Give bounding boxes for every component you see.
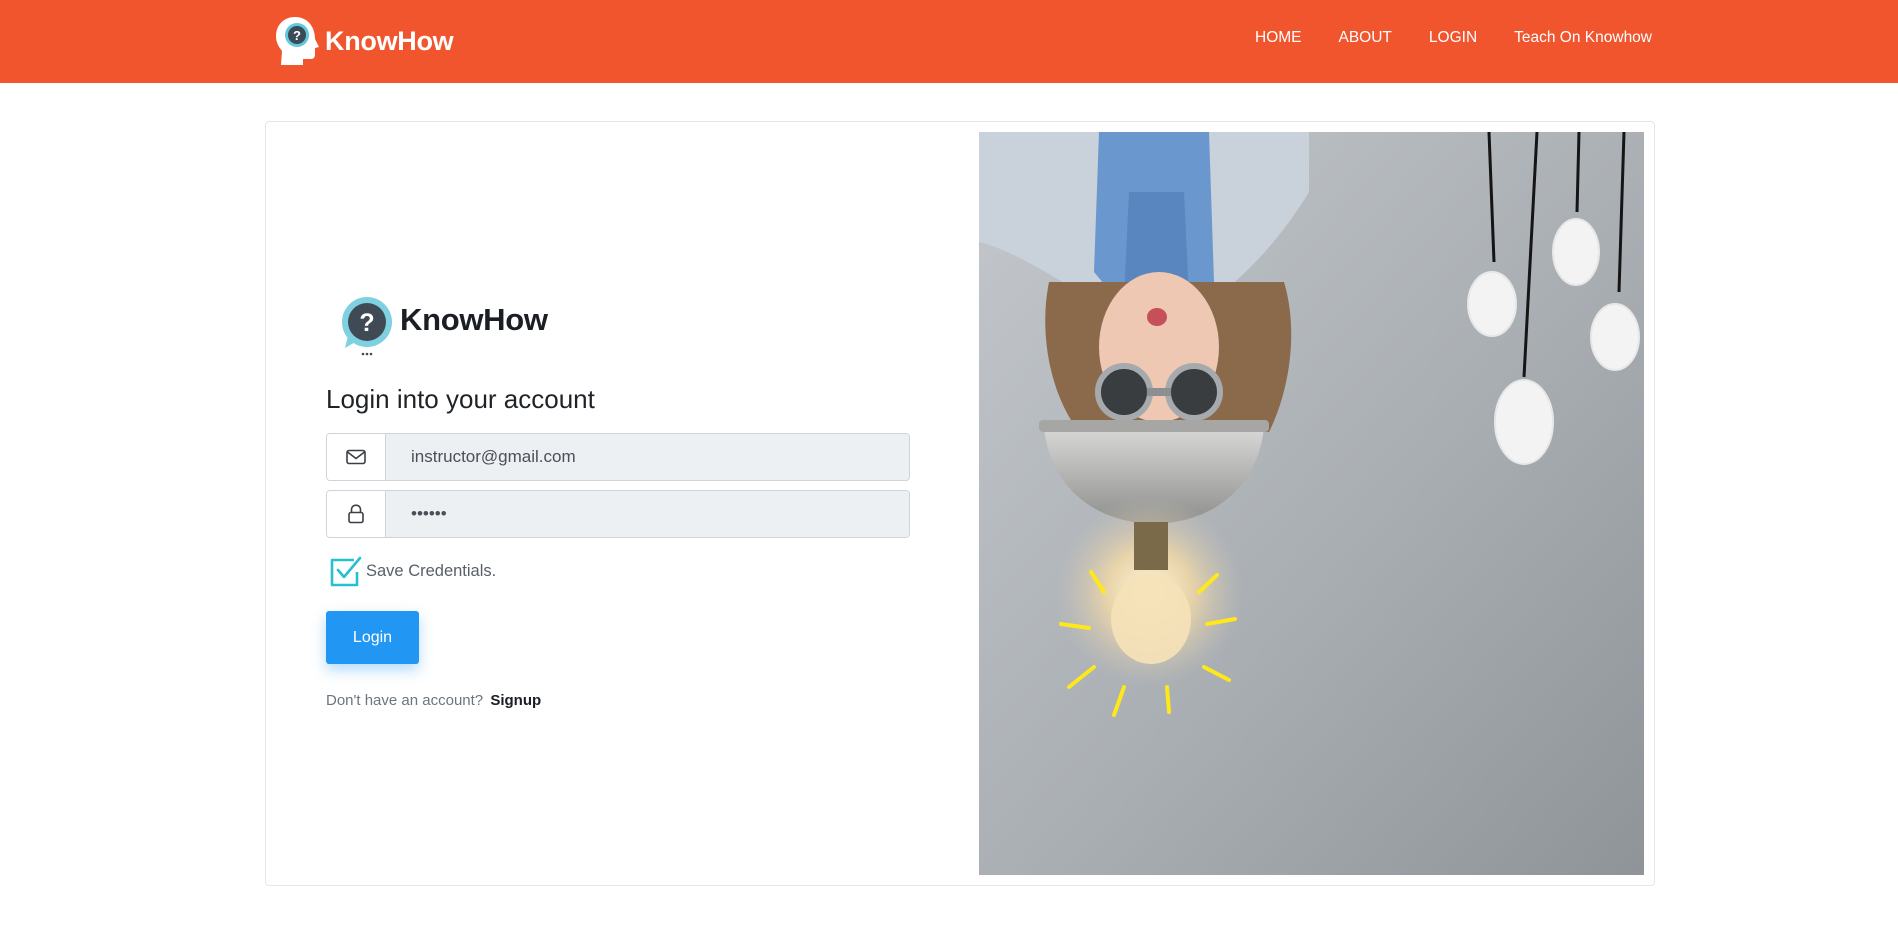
lock-icon (348, 504, 364, 524)
brand-link[interactable]: ? KnowHow (273, 15, 454, 67)
password-addon (327, 491, 386, 537)
hero-illustration (979, 132, 1644, 875)
envelope-icon (346, 449, 366, 465)
nav-home[interactable]: HOME (1255, 29, 1302, 47)
password-input-group (326, 490, 910, 538)
nav-about[interactable]: ABOUT (1339, 29, 1392, 47)
login-title: Login into your account (326, 384, 595, 414)
main-nav: HOME ABOUT LOGIN Teach On Knowhow (1255, 29, 1652, 47)
checkbox-checked-icon (330, 556, 362, 587)
form-logo: ? KnowHow (340, 296, 548, 358)
svg-text:?: ? (359, 309, 374, 337)
brand-name: KnowHow (325, 25, 454, 56)
email-addon (327, 434, 386, 480)
nav-login[interactable]: LOGIN (1429, 29, 1477, 47)
hero-image (979, 132, 1644, 875)
top-navbar: ? KnowHow HOME ABOUT LOGIN Teach On Know… (0, 0, 1898, 83)
save-credentials-checkbox[interactable]: Save Credentials. (328, 554, 496, 588)
brand-logo-icon: ? (276, 17, 319, 65)
login-button[interactable]: Login (326, 611, 419, 664)
nav-teach-on-knowhow[interactable]: Teach On Knowhow (1514, 29, 1652, 47)
signup-link[interactable]: Signup (490, 692, 541, 709)
signup-row: Don't have an account? Signup (326, 692, 541, 709)
svg-text:?: ? (293, 28, 301, 43)
save-credentials-label: Save Credentials. (366, 561, 497, 580)
email-field[interactable] (386, 434, 909, 480)
signup-prompt: Don't have an account? (326, 692, 484, 709)
password-field[interactable] (386, 491, 909, 537)
form-logo-text: KnowHow (400, 302, 548, 337)
email-input-group (326, 433, 910, 481)
knowhow-logo-icon: ? (342, 297, 392, 356)
